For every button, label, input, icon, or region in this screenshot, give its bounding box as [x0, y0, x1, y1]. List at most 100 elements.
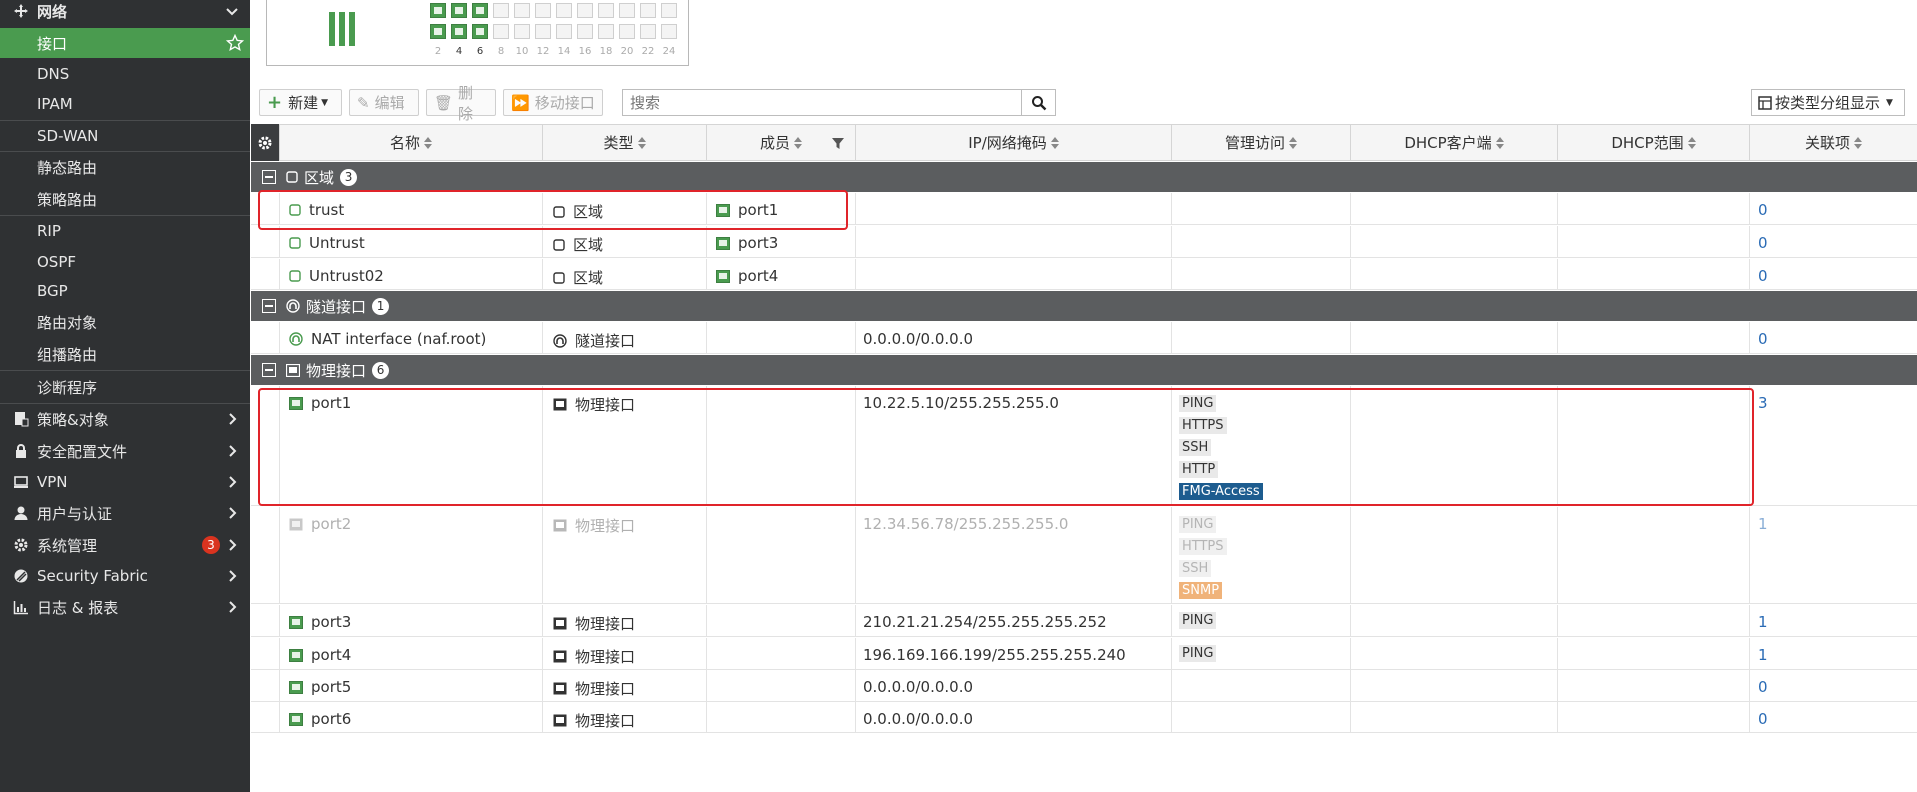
column-header-members[interactable]: 成员: [706, 124, 855, 161]
new-button[interactable]: + 新建 ▼: [259, 89, 342, 116]
port-icon[interactable]: [661, 24, 677, 39]
table-row[interactable]: port1 物理接口 10.22.5.10/255.255.255.0 PING…: [251, 386, 1917, 506]
reference-link[interactable]: 3: [1758, 394, 1768, 412]
port-icon[interactable]: [430, 3, 446, 18]
table-row[interactable]: port5 物理接口 0.0.0.0/0.0.0.0 0: [251, 670, 1917, 702]
group-by-dropdown[interactable]: 按类型分组显示 ▼: [1751, 89, 1905, 116]
port-icon[interactable]: [514, 24, 530, 39]
reference-link[interactable]: 0: [1758, 234, 1768, 252]
column-header-dhcp-client[interactable]: DHCP客户端: [1350, 124, 1557, 161]
table-row[interactable]: port6 物理接口 0.0.0.0/0.0.0.0 0: [251, 702, 1917, 733]
search-button[interactable]: [1022, 89, 1056, 116]
port-icon[interactable]: [493, 24, 509, 39]
column-header-name[interactable]: 名称: [279, 124, 542, 161]
sidebar-section-policy[interactable]: 策略&对象: [0, 404, 250, 434]
access-tag: HTTPS: [1179, 538, 1227, 555]
port-icon[interactable]: [451, 24, 467, 39]
column-header-ip-mask[interactable]: IP/网络掩码: [855, 124, 1171, 161]
port-icon[interactable]: [493, 3, 509, 18]
group-header-physical[interactable]: 物理接口 6: [251, 355, 1917, 385]
sidebar-item-ospf[interactable]: OSPF: [0, 247, 250, 277]
column-header-references[interactable]: 关联项: [1749, 124, 1917, 161]
sidebar-section-system[interactable]: 系统管理 3: [0, 530, 250, 560]
port-icon[interactable]: [598, 3, 614, 18]
ip-cell: 0.0.0.0/0.0.0.0: [863, 678, 974, 696]
port-icon[interactable]: [514, 3, 530, 18]
port-icon[interactable]: [472, 24, 488, 39]
sidebar-section-vpn[interactable]: VPN: [0, 467, 250, 497]
collapse-icon[interactable]: [262, 363, 276, 377]
sort-icon[interactable]: [1854, 136, 1862, 149]
port-icon[interactable]: [430, 24, 446, 39]
group-header-zone[interactable]: 区域 3: [251, 162, 1917, 192]
sidebar-section-user-auth[interactable]: 用户与认证: [0, 498, 250, 528]
reference-link[interactable]: 0: [1758, 201, 1768, 219]
sidebar-section-network[interactable]: 网络: [0, 0, 250, 26]
port-icon[interactable]: [556, 3, 572, 18]
sidebar-section-security-fabric[interactable]: Security Fabric: [0, 561, 250, 591]
sort-icon[interactable]: [1687, 136, 1696, 149]
port-icon[interactable]: [535, 24, 551, 39]
delete-button[interactable]: 🗑 删除: [426, 84, 496, 123]
port-icon[interactable]: [640, 24, 656, 39]
group-header-tunnel[interactable]: 隧道接口 1: [251, 291, 1917, 321]
column-header-type[interactable]: 类型: [542, 124, 706, 161]
sort-icon[interactable]: [794, 136, 802, 149]
reference-link[interactable]: 1: [1758, 646, 1768, 664]
sidebar-item-policy-route[interactable]: 策略路由: [0, 184, 250, 214]
port-icon[interactable]: [556, 24, 572, 39]
column-settings-button[interactable]: [251, 124, 279, 161]
collapse-icon[interactable]: [262, 299, 276, 313]
reference-link[interactable]: 1: [1758, 613, 1768, 631]
reference-link[interactable]: 0: [1758, 678, 1768, 696]
column-header-admin-access[interactable]: 管理访问: [1171, 124, 1350, 161]
port-icon[interactable]: [451, 3, 467, 18]
sidebar-item-dns[interactable]: DNS: [0, 59, 250, 89]
sidebar-item-multicast-route[interactable]: 组播路由: [0, 339, 250, 369]
search-input[interactable]: [622, 89, 1022, 116]
table-row[interactable]: trust 区域 port1 0: [251, 193, 1917, 225]
port-icon[interactable]: [577, 24, 593, 39]
table-row[interactable]: Untrust02 区域 port4 0: [251, 259, 1917, 290]
port-icon[interactable]: [577, 3, 593, 18]
star-icon[interactable]: [226, 34, 244, 52]
sort-icon[interactable]: [1495, 136, 1504, 149]
port-icon[interactable]: [619, 24, 635, 39]
reference-link[interactable]: 0: [1758, 267, 1768, 285]
sidebar-item-interfaces[interactable]: 接口: [0, 28, 250, 58]
collapse-icon[interactable]: [262, 170, 276, 184]
table-row[interactable]: NAT interface (naf.root) 隧道接口 0.0.0.0/0.…: [251, 322, 1917, 354]
sidebar-item-ipam[interactable]: IPAM: [0, 89, 250, 119]
sidebar-section-security-profiles[interactable]: 安全配置文件: [0, 436, 250, 466]
reference-link[interactable]: 0: [1758, 710, 1768, 728]
sidebar-item-rip[interactable]: RIP: [0, 216, 250, 246]
port-icon[interactable]: [472, 3, 488, 18]
port-icon: [716, 269, 730, 283]
sidebar-item-diagnostics[interactable]: 诊断程序: [0, 372, 250, 402]
sort-icon[interactable]: [637, 136, 646, 149]
table-row[interactable]: port3 物理接口 210.21.21.254/255.255.255.252…: [251, 605, 1917, 637]
sidebar-item-static-route[interactable]: 静态路由: [0, 152, 250, 182]
move-interface-button[interactable]: ⏩ 移动接口: [503, 89, 603, 116]
port-icon[interactable]: [661, 3, 677, 18]
reference-link[interactable]: 1: [1758, 515, 1768, 533]
type-cell: 物理接口: [553, 613, 635, 634]
edit-button[interactable]: ✎ 编辑: [349, 89, 419, 116]
table-row[interactable]: port2 物理接口 12.34.56.78/255.255.255.0 PIN…: [251, 507, 1917, 604]
filter-icon[interactable]: [831, 136, 845, 150]
sidebar-item-sd-wan[interactable]: SD-WAN: [0, 121, 250, 151]
table-row[interactable]: Untrust 区域 port3 0: [251, 226, 1917, 258]
port-icon[interactable]: [619, 3, 635, 18]
port-icon[interactable]: [640, 3, 656, 18]
sort-icon[interactable]: [1050, 136, 1059, 149]
sidebar-section-logs-reports[interactable]: 日志 & 报表: [0, 592, 250, 622]
reference-link[interactable]: 0: [1758, 330, 1768, 348]
sidebar-item-bgp[interactable]: BGP: [0, 276, 250, 306]
column-header-dhcp-range[interactable]: DHCP范围: [1557, 124, 1749, 161]
sidebar-item-route-objects[interactable]: 路由对象: [0, 307, 250, 337]
port-icon[interactable]: [535, 3, 551, 18]
port-icon[interactable]: [598, 24, 614, 39]
sort-icon[interactable]: [1289, 136, 1297, 149]
sort-icon[interactable]: [424, 136, 432, 149]
table-row[interactable]: port4 物理接口 196.169.166.199/255.255.255.2…: [251, 638, 1917, 670]
